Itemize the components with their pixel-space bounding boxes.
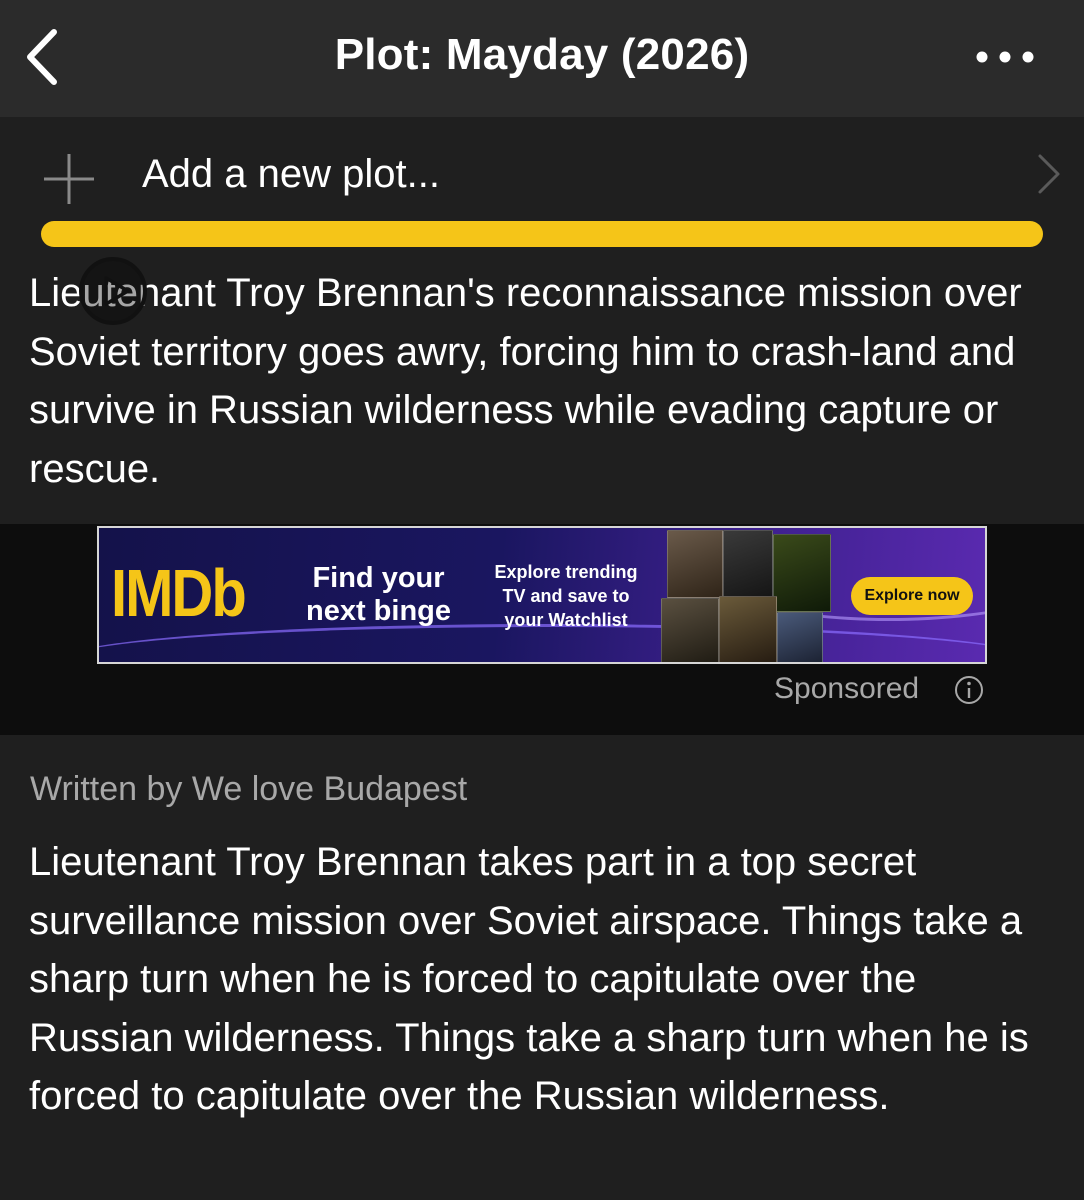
plus-icon[interactable] — [40, 150, 98, 208]
ad-headline: Find your next binge — [305, 562, 451, 627]
explore-now-button[interactable]: Explore now — [851, 577, 973, 615]
poster-thumbnail — [723, 530, 773, 598]
ad-banner[interactable]: IMDb Find your next binge Explore trendi… — [97, 526, 987, 664]
plot-summary: Lieutenant Troy Brennan's reconnaissance… — [29, 271, 1022, 491]
poster-thumbnail — [773, 534, 831, 612]
more-horizontal-icon — [976, 51, 1034, 63]
poster-thumbnail — [777, 612, 823, 662]
play-circle-icon[interactable] — [76, 254, 150, 328]
add-plot-label[interactable]: Add a new plot... — [142, 152, 440, 197]
poster-thumbnail — [661, 598, 719, 662]
info-icon[interactable] — [953, 674, 985, 706]
imdb-logo: IMDb — [111, 556, 247, 631]
ad-subtext: Explore trending TV and save to your Wat… — [494, 562, 638, 630]
page-title: Plot: Mayday (2026) — [334, 30, 750, 79]
accent-divider — [41, 221, 1043, 247]
sponsored-label: Sponsored — [774, 672, 920, 705]
poster-thumbnail — [719, 596, 777, 662]
poster-thumbnail — [667, 530, 723, 598]
top-bar: Plot: Mayday (2026) — [0, 0, 1084, 117]
more-options-button[interactable] — [972, 42, 1038, 72]
plot-author: Written by We love Budapest — [30, 770, 468, 808]
chevron-right-icon[interactable] — [1034, 152, 1064, 196]
plot-full-text: Lieutenant Troy Brennan takes part in a … — [29, 840, 1029, 1118]
